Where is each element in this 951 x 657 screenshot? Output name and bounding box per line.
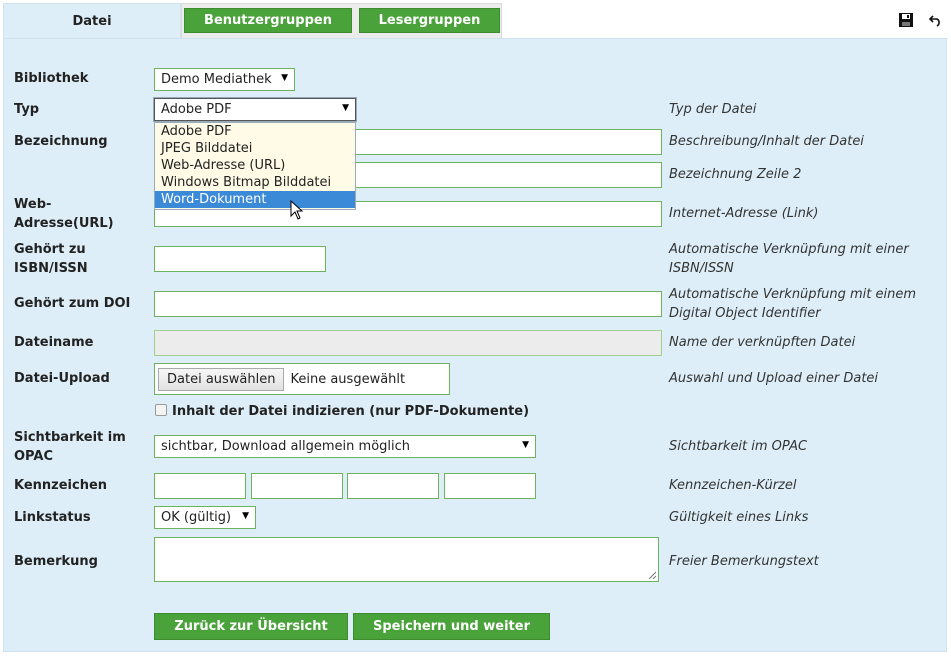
file-upload-field[interactable]: Datei auswählen Keine ausgewählt [154, 363, 450, 395]
hint-bemerkung: Freier Bemerkungstext [669, 554, 819, 569]
hint-webadresse: Internet-Adresse (Link) [669, 206, 819, 221]
file-status: Keine ausgewählt [290, 371, 406, 387]
typ-option-pdf[interactable]: Adobe PDF [155, 123, 355, 140]
index-checkbox[interactable] [155, 404, 167, 416]
isbn-input[interactable] [154, 246, 326, 272]
label-isbn-1: Gehört zu [14, 242, 86, 257]
label-webadresse-2: Adresse(URL) [14, 216, 114, 231]
label-bibliothek: Bibliothek [14, 71, 89, 86]
bibliothek-select[interactable]: Demo Mediathek ▼ [154, 68, 295, 91]
label-upload: Datei-Upload [14, 371, 110, 386]
tab-lesergruppen[interactable]: Lesergruppen [359, 8, 500, 33]
label-kennzeichen: Kennzeichen [14, 478, 108, 493]
back-to-overview-button[interactable]: Zurück zur Übersicht [154, 613, 348, 640]
resize-grip-icon[interactable] [648, 571, 656, 579]
label-dateiname: Dateiname [14, 335, 94, 350]
bibliothek-value: Demo Mediathek [161, 72, 272, 87]
label-linkstatus: Linkstatus [14, 510, 91, 525]
sichtbarkeit-value: sichtbar, Download allgemein möglich [161, 439, 411, 454]
hint-sichtbarkeit: Sichtbarkeit im OPAC [669, 439, 808, 454]
save-icon[interactable] [897, 11, 915, 29]
label-sichtbarkeit-2: OPAC [14, 449, 53, 464]
label-typ: Typ [14, 102, 40, 117]
typ-option-url[interactable]: Web-Adresse (URL) [155, 157, 355, 174]
save-and-continue-button[interactable]: Speichern und weiter [353, 613, 550, 640]
typ-dropdown-list: Adobe PDF JPEG Bilddatei Web-Adresse (UR… [154, 122, 356, 210]
hint-kennzeichen: Kennzeichen-Kürzel [669, 478, 797, 493]
linkstatus-value: OK (gültig) [161, 510, 232, 525]
typ-option-bitmap[interactable]: Windows Bitmap Bilddatei [155, 174, 355, 191]
tab-benutzergruppen[interactable]: Benutzergruppen [184, 8, 352, 33]
hint-isbn-1: Automatische Verknüpfung mit einer [669, 242, 909, 257]
typ-option-word[interactable]: Word-Dokument [155, 191, 355, 208]
dropdown-arrow-icon: ▼ [281, 73, 288, 83]
hint-doi-2: Digital Object Identifier [669, 306, 821, 321]
kennzeichen-input-2[interactable] [251, 473, 343, 499]
kennzeichen-input-3[interactable] [347, 473, 439, 499]
typ-option-jpeg[interactable]: JPEG Bilddatei [155, 140, 355, 157]
linkstatus-select[interactable]: OK (gültig) ▼ [154, 506, 256, 529]
hint-typ: Typ der Datei [669, 102, 757, 117]
hint-linkstatus: Gültigkeit eines Links [669, 510, 809, 525]
hint-dateiname: Name der verknüpften Datei [669, 335, 856, 350]
dropdown-arrow-icon: ▼ [242, 511, 249, 521]
label-indizieren: Inhalt der Datei indizieren (nur PDF-Dok… [172, 404, 530, 419]
undo-icon[interactable] [927, 11, 945, 29]
dropdown-arrow-icon: ▼ [342, 103, 349, 113]
dropdown-arrow-icon: ▼ [522, 440, 529, 450]
label-sichtbarkeit-1: Sichtbarkeit im [14, 430, 126, 445]
kennzeichen-input-4[interactable] [444, 473, 536, 499]
typ-select[interactable]: Adobe PDF ▼ [153, 97, 357, 122]
typ-value: Adobe PDF [161, 102, 232, 117]
label-bezeichnung: Bezeichnung [14, 134, 108, 149]
hint-bezeichnung: Beschreibung/Inhalt der Datei [669, 134, 864, 149]
choose-file-button[interactable]: Datei auswählen [158, 367, 285, 391]
hint-isbn-2: ISBN/ISSN [669, 261, 734, 276]
bemerkung-textarea[interactable] [154, 537, 659, 582]
doi-input[interactable] [154, 291, 662, 317]
hint-upload: Auswahl und Upload einer Datei [669, 371, 879, 386]
sichtbarkeit-select[interactable]: sichtbar, Download allgemein möglich ▼ [154, 435, 536, 458]
dateiname-input [154, 330, 662, 356]
tab-datei[interactable]: Datei [3, 3, 181, 38]
mouse-cursor-icon [290, 200, 304, 220]
label-doi: Gehört zum DOI [14, 296, 131, 311]
label-bemerkung: Bemerkung [14, 554, 98, 569]
label-webadresse-1: Web- [14, 197, 52, 212]
hint-doi-1: Automatische Verknüpfung mit einem [669, 287, 916, 302]
hint-bezeichnung2: Bezeichnung Zeile 2 [669, 167, 802, 182]
kennzeichen-input-1[interactable] [154, 473, 246, 499]
label-isbn-2: ISBN/ISSN [14, 261, 88, 276]
